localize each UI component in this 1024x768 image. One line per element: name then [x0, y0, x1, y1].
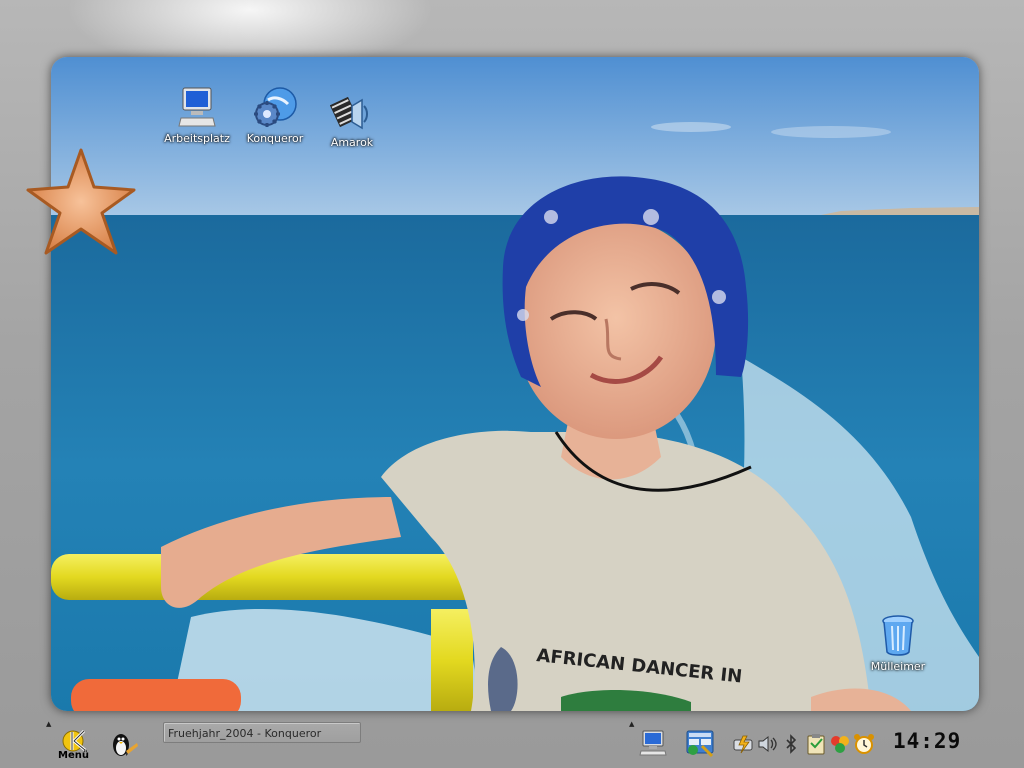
trash-icon — [882, 615, 914, 656]
tray-alarm[interactable] — [853, 733, 875, 755]
alarm-icon — [854, 734, 874, 754]
amarok-icon — [330, 96, 368, 130]
taskbar-button-label: Fruehjahr_2004 - Konqueror — [168, 727, 322, 740]
tray-bluetooth[interactable] — [783, 734, 799, 754]
volume-icon — [758, 735, 777, 753]
bluetooth-icon — [786, 734, 797, 754]
taskbar-button-konqueror[interactable]: Fruehjahr_2004 - Konqueror — [163, 722, 361, 743]
show-desktop-button[interactable] — [638, 728, 668, 758]
tray-klipper[interactable] — [805, 733, 827, 755]
tray-volume[interactable] — [757, 734, 779, 754]
kmenu-label: Menü — [58, 750, 89, 761]
tray-korganizer[interactable] — [829, 733, 851, 755]
starfish-decoration-icon — [26, 148, 136, 255]
konqueror-icon — [254, 87, 297, 127]
panel-clock[interactable]: 14:29 — [893, 729, 960, 757]
desktop-icon-konqueror[interactable]: Konqueror — [235, 86, 315, 145]
desktop-icon-arbeitsplatz[interactable]: Arbeitsplatz — [157, 86, 237, 145]
computer-icon — [178, 87, 216, 127]
panel-arrow-icon: ▲ — [46, 720, 52, 728]
desktop-icon-trash[interactable]: Mülleimer — [858, 614, 938, 673]
desktop-icon-label: Amarok — [330, 136, 374, 149]
quick-launch-home[interactable] — [108, 729, 140, 759]
show-desktop-icon — [639, 730, 667, 756]
home-tux-icon — [113, 734, 138, 756]
korganizer-icon — [831, 736, 849, 753]
kmenu-button[interactable]: ▲ Menü — [46, 720, 96, 766]
klipper-icon — [807, 734, 825, 755]
desktop-icon-label: Arbeitsplatz — [164, 132, 230, 145]
desktop-wallpaper[interactable]: AFRICAN DANCER IN — [51, 57, 979, 711]
tray-power[interactable] — [733, 734, 757, 754]
virtual-desktops-button[interactable] — [684, 728, 716, 758]
virtual-desktops-icon — [686, 730, 714, 758]
panel-arrow-icon: ▲ — [629, 720, 635, 728]
desktop-icon-label: Konqueror — [246, 132, 304, 145]
desktop-icon-amarok[interactable]: Amarok — [312, 92, 392, 149]
desktop-icon-label: Mülleimer — [870, 660, 926, 673]
power-icon — [733, 735, 753, 754]
